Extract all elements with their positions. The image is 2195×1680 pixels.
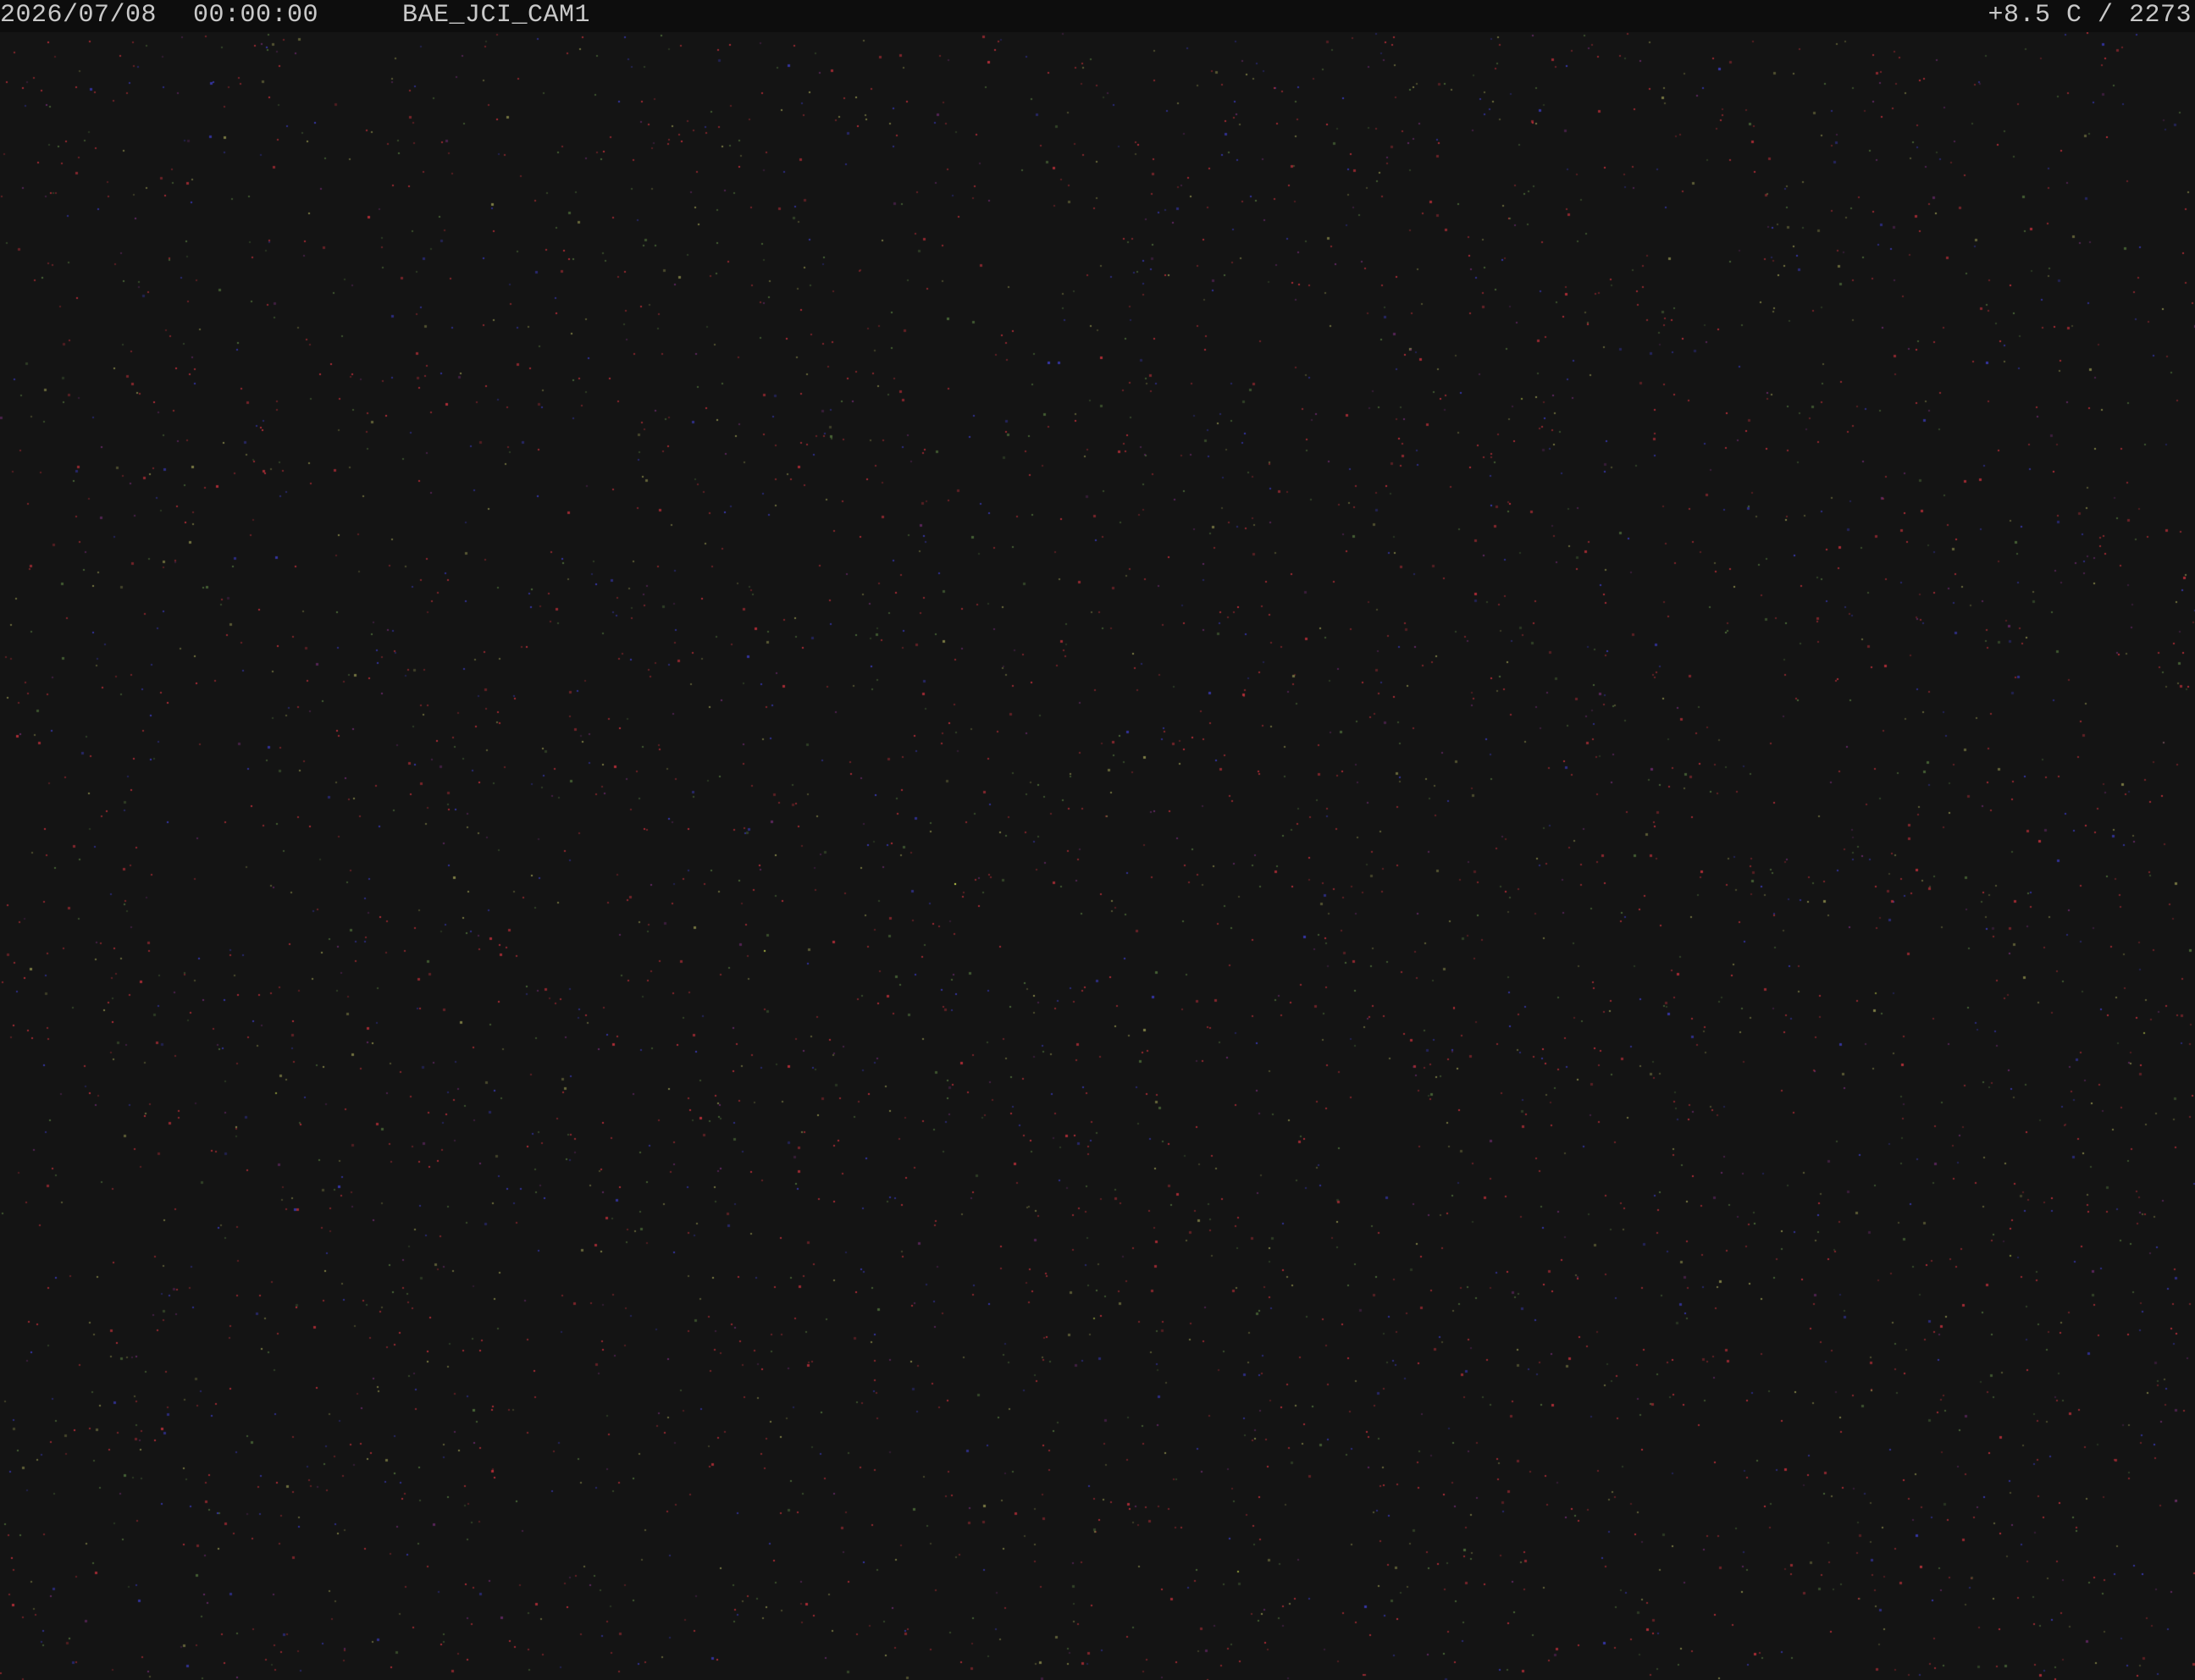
overlay-bar: 2026/07/08 00:00:00 BAE_JCI_CAM1 +8.5 C … [0, 0, 2195, 32]
webcam-frame: 2026/07/08 00:00:00 BAE_JCI_CAM1 +8.5 C … [0, 0, 2195, 1680]
overlay-sensor-readout: +8.5 C / 2273 [1988, 1, 2192, 30]
overlay-date: 2026/07/08 [0, 1, 158, 30]
overlay-time: 00:00:00 [193, 1, 319, 30]
overlay-camera-name: BAE_JCI_CAM1 [402, 1, 591, 30]
sensor-noise-image [0, 0, 2195, 1680]
